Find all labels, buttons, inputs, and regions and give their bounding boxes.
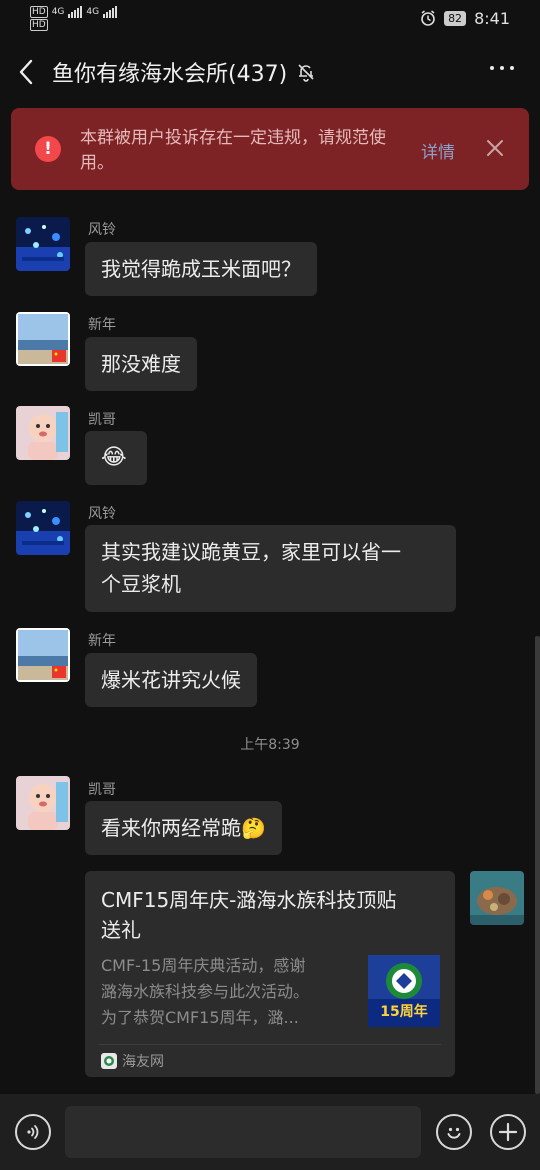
network-type-2: 4G <box>86 6 100 17</box>
message-input[interactable] <box>65 1106 421 1158</box>
link-card-desc-line: 潞海水族科技参与此次活动。 <box>101 982 310 1001</box>
voice-icon <box>27 1125 39 1139</box>
avatar[interactable] <box>16 776 70 830</box>
message-bubble[interactable]: 我觉得跪成玉米面吧？ <box>85 242 317 296</box>
input-bar <box>0 1094 540 1170</box>
sender-name: 凯哥 <box>88 782 116 798</box>
emoji-button[interactable] <box>436 1114 472 1150</box>
hd-badge-1: HD <box>30 5 48 18</box>
avatar[interactable] <box>16 217 70 271</box>
mute-bell-icon <box>298 64 314 82</box>
message-bubble[interactable]: 看来你两经常跪🤔 <box>85 801 282 855</box>
warning-text: 本群被用户投诉存在一定违规，请规范使用。 <box>80 128 386 173</box>
sender-name: 风铃 <box>88 222 116 238</box>
source-name: 海友网 <box>122 1054 164 1070</box>
message-bubble[interactable]: 其实我建议跪黄豆，家里可以省一 个豆浆机 <box>85 525 456 612</box>
avatar[interactable] <box>16 628 70 682</box>
message-line: 个豆浆机 <box>101 572 181 596</box>
message-line: 其实我建议跪黄豆，家里可以省一 <box>101 540 401 564</box>
message-bubble[interactable]: 爆米花讲究火候 <box>85 653 257 707</box>
link-card-description: CMF-15周年庆典活动，感谢 潞海水族科技参与此次活动。 为了恭贺CMF15周… <box>101 953 351 1031</box>
warning-icon: ! <box>35 136 61 162</box>
back-button[interactable] <box>0 46 52 98</box>
clock: 8:41 <box>474 8 510 28</box>
link-card-title-line: 送礼 <box>101 918 141 942</box>
network-type-1: 4G <box>51 6 65 17</box>
self-avatar[interactable] <box>470 871 524 925</box>
hd-badge-2: HD <box>30 18 48 31</box>
divider <box>99 1044 441 1045</box>
thumbnail-caption: 15周年 <box>380 1004 428 1020</box>
scrollbar[interactable] <box>535 636 540 1094</box>
message-bubble[interactable]: 那没难度 <box>85 337 197 391</box>
plus-icon <box>498 1122 518 1142</box>
source-icon <box>101 1053 117 1069</box>
sender-name: 凯哥 <box>88 412 116 428</box>
sender-name: 风铃 <box>88 506 116 522</box>
chat-title: 鱼你有缘海水会所(437) <box>52 62 288 87</box>
alarm-icon <box>421 10 435 26</box>
link-card[interactable]: CMF15周年庆-潞海水族科技顶贴 送礼 CMF-15周年庆典活动，感谢 潞海水… <box>85 871 455 1077</box>
signal-icon-2 <box>103 5 118 18</box>
battery-indicator: 82 <box>444 10 467 26</box>
more-options-button[interactable] <box>486 58 518 78</box>
link-card-desc-line: CMF-15周年庆典活动，感谢 <box>101 956 306 975</box>
chat-header: 鱼你有缘海水会所(437) <box>0 44 540 100</box>
close-icon[interactable] <box>485 138 505 158</box>
sender-name: 新年 <box>88 317 116 333</box>
link-card-title-line: CMF15周年庆-潞海水族科技顶贴 <box>101 888 397 912</box>
link-card-title: CMF15周年庆-潞海水族科技顶贴 送礼 <box>101 885 446 945</box>
add-attachment-button[interactable] <box>490 1114 526 1150</box>
status-bar: HD 4G 4G HD 82 8:41 <box>0 0 540 36</box>
signal-icon-1 <box>68 5 83 18</box>
link-card-desc-line: 为了恭贺CMF15周年，潞... <box>101 1008 299 1027</box>
avatar[interactable] <box>16 406 70 460</box>
message-bubble[interactable]: 😂 <box>85 431 147 485</box>
link-card-thumbnail: 15周年 <box>368 955 440 1027</box>
avatar[interactable] <box>16 501 70 555</box>
link-card-source: 海友网 <box>101 1051 164 1071</box>
signal-group: HD 4G 4G HD <box>30 5 118 31</box>
complaint-warning-banner: ! 本群被用户投诉存在一定违规，请规范使用。 详情 <box>11 108 529 190</box>
avatar[interactable] <box>16 312 70 366</box>
smiley-icon <box>447 1127 461 1139</box>
chevron-left-icon <box>19 59 33 85</box>
warning-details-link[interactable]: 详情 <box>421 138 455 163</box>
sender-name: 新年 <box>88 633 116 649</box>
voice-button[interactable] <box>15 1114 51 1150</box>
chat-timestamp: 上午8:39 <box>240 737 300 753</box>
